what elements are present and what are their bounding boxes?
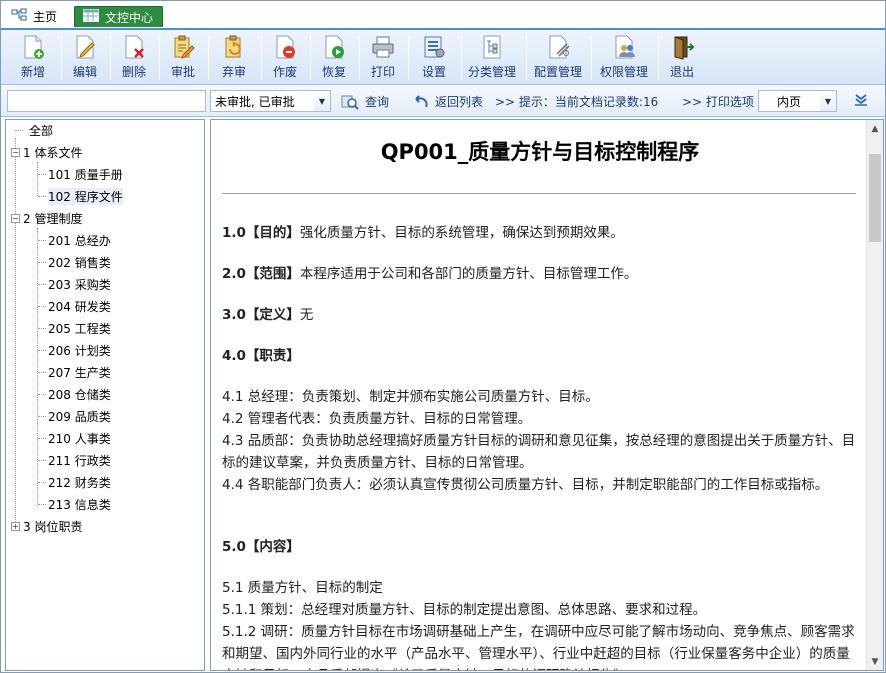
title-divider <box>222 193 856 194</box>
category-manage-button[interactable]: 分类管理 <box>465 32 519 84</box>
tree-item-208[interactable]: 208 仓储类 <box>38 384 111 404</box>
config-manage-button[interactable]: 配置管理 <box>530 32 586 84</box>
print-button[interactable]: 打印 <box>363 32 403 84</box>
collapse-icon[interactable]: − <box>11 147 20 157</box>
tree-item-212[interactable]: 212 财务类 <box>38 472 111 492</box>
tree-item-213[interactable]: 213 信息类 <box>38 494 111 514</box>
document-viewer: QP001_质量方针与目标控制程序 1.0【目的】强化质量方针、目标的系统管理，… <box>210 119 884 671</box>
delete-button[interactable]: 删除 <box>114 32 154 84</box>
responsibility-4-1: 4.1 总经理：负责策划、制定并颁布实施公司质量方针、目标。 <box>222 389 599 405</box>
print-options-button[interactable]: >> 打印选项 <box>682 93 754 110</box>
expand-icon[interactable]: + <box>11 521 20 531</box>
tree-item-201[interactable]: 201 总经办 <box>38 230 111 250</box>
tree-item-204[interactable]: 204 研发类 <box>38 296 111 316</box>
delete-icon <box>125 35 144 59</box>
new-doc-icon <box>24 35 44 59</box>
scroll-up-icon[interactable]: ▲ <box>867 120 883 137</box>
tree-item-202[interactable]: 202 销售类 <box>38 252 111 272</box>
tree-group-3[interactable]: + 3 岗位职责 <box>11 516 82 536</box>
tree-item-209[interactable]: 209 品质类 <box>38 406 111 426</box>
content-5-1: 5.1 质量方针、目标的制定 <box>222 580 383 596</box>
void-button[interactable]: 作废 <box>265 32 305 84</box>
responsibility-4-3: 4.3 品质部：负责协助总经理搞好质量方针目标的调研和意见征集，按总经理的意图提… <box>222 433 856 471</box>
tab-document-center-label: 文控中心 <box>105 10 154 25</box>
category-icon <box>483 35 501 59</box>
chevron-down-icon: ▼ <box>820 91 836 111</box>
collapse-button[interactable] <box>854 94 874 106</box>
back-to-list-button[interactable]: 返回列表 <box>413 93 483 110</box>
tree-group-1[interactable]: − 1 体系文件 <box>11 142 82 162</box>
exit-icon <box>674 36 695 60</box>
edit-button[interactable]: 编辑 <box>65 32 105 84</box>
restore-icon <box>325 35 344 59</box>
search-input[interactable] <box>7 90 206 112</box>
tree-item-101[interactable]: 101 质量手册 <box>38 164 123 184</box>
restore-button[interactable]: 恢复 <box>314 32 354 84</box>
content-5-1-1: 5.1.1 策划：总经理对质量方针、目标的制定提出意图、总体思路、要求和过程。 <box>222 602 707 618</box>
tree-item-207[interactable]: 207 生产类 <box>38 362 111 382</box>
config-icon <box>549 35 570 59</box>
filter-bar: 未审批, 已审批 ▼ 查询 返回列表 >> 提示：当前文档记录数:16 >> 打… <box>1 85 885 117</box>
record-count-hint: >> 提示：当前文档记录数:16 <box>495 95 659 109</box>
status-select[interactable]: 未审批, 已审批 ▼ <box>210 90 331 112</box>
search-icon <box>341 95 359 110</box>
void-icon <box>276 35 295 59</box>
tree-item-206[interactable]: 206 计划类 <box>38 340 111 360</box>
content-5-1-2: 5.1.2 调研：质量方针目标在市场调研基础上产生，在调研中应尽可能了解市场动向… <box>222 624 855 670</box>
settings-button[interactable]: 设置 <box>412 32 456 84</box>
approve-icon <box>174 35 195 59</box>
app-window: 主页 文控中心 新增 编辑 删除 审批 弃审 作废 恢复 打印 设置 分类管理 … <box>0 0 886 673</box>
tree-item-102[interactable]: 102 程序文件 <box>38 186 123 206</box>
tree-root[interactable]: 全部 <box>15 120 53 140</box>
edit-icon <box>76 35 95 59</box>
approve-button[interactable]: 审批 <box>163 32 203 84</box>
tab-home-label: 主页 <box>33 10 58 24</box>
tab-document-center[interactable]: 文控中心 <box>74 6 163 27</box>
permission-manage-button[interactable]: 权限管理 <box>595 32 653 84</box>
unapprove-icon <box>225 35 241 58</box>
section-scope: 2.0【范围】本程序适用于公司和各部门的质量方针、目标管理工作。 <box>222 266 638 282</box>
print-icon <box>372 36 394 58</box>
back-arrow-icon <box>415 94 428 107</box>
scroll-down-icon[interactable]: ▼ <box>867 653 883 670</box>
category-tree: 全部 − 1 体系文件 101 质量手册 102 程序文件 − 2 管理制度 2… <box>5 119 205 671</box>
tree-item-210[interactable]: 210 人事类 <box>38 428 111 448</box>
table-icon <box>83 9 99 25</box>
tab-home[interactable]: 主页 <box>3 6 71 27</box>
section-purpose: 1.0【目的】强化质量方针、目标的系统管理，确保达到预期效果。 <box>222 225 624 241</box>
home-icon <box>11 8 27 25</box>
section-responsibility-heading: 4.0【职责】 <box>222 348 300 364</box>
responsibility-4-4: 4.4 各职能部门负责人：必须认真宣传贯彻公司质量方针、目标，并制定职能部门的工… <box>222 477 829 493</box>
document-title: QP001_质量方针与目标控制程序 <box>380 140 700 164</box>
section-definition: 3.0【定义】无 <box>222 307 314 323</box>
unapprove-button[interactable]: 弃审 <box>212 32 256 84</box>
section-content-heading: 5.0【内容】 <box>222 539 300 555</box>
collapse-icon[interactable]: − <box>11 213 20 223</box>
scroll-thumb[interactable] <box>869 154 881 242</box>
settings-icon <box>424 36 445 58</box>
tree-item-205[interactable]: 205 工程类 <box>38 318 111 338</box>
tree-group-2[interactable]: − 2 管理制度 <box>11 208 82 228</box>
toolbar: 新增 编辑 删除 审批 弃审 作废 恢复 打印 设置 分类管理 配置管理 权限管… <box>1 28 885 85</box>
page-select[interactable]: 内页 ▼ <box>758 90 837 112</box>
tree-item-203[interactable]: 203 采购类 <box>38 274 111 294</box>
permission-icon <box>615 35 635 59</box>
query-button[interactable]: 查询 <box>341 93 389 110</box>
tab-bar: 主页 文控中心 <box>1 1 885 29</box>
double-chevron-down-icon <box>855 94 867 106</box>
vertical-scrollbar[interactable]: ▲ ▼ <box>866 120 883 670</box>
chevron-down-icon: ▼ <box>314 91 330 111</box>
tree-item-211[interactable]: 211 行政类 <box>38 450 111 470</box>
exit-button[interactable]: 退出 <box>662 32 702 84</box>
new-button[interactable]: 新增 <box>11 32 55 84</box>
responsibility-4-2: 4.2 管理者代表：负责质量方针、目标的日常管理。 <box>222 411 532 427</box>
